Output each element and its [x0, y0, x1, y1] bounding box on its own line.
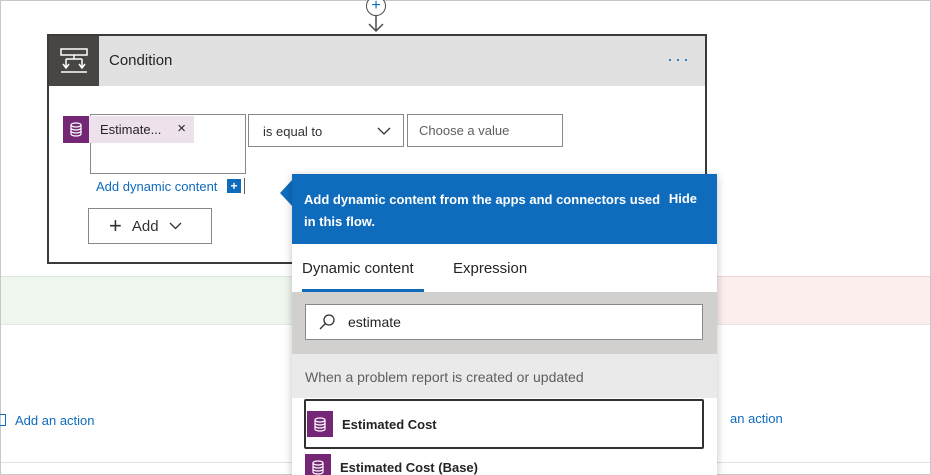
- yes-branch-band: [1, 276, 293, 324]
- operator-value: is equal to: [263, 124, 323, 139]
- trigger-section-header[interactable]: When a problem report is created or upda…: [292, 354, 717, 398]
- tab-expression[interactable]: Expression: [453, 260, 527, 277]
- list-item-label: Estimated Cost (Base): [340, 459, 478, 475]
- arrow-down-icon: [368, 16, 384, 33]
- action-bracket-icon: [0, 414, 6, 426]
- add-dynamic-content-link[interactable]: Add dynamic content: [96, 179, 217, 194]
- add-action-yes[interactable]: Add an action: [0, 410, 95, 430]
- condition-icon-box: [49, 36, 99, 86]
- search-box[interactable]: [305, 304, 703, 340]
- plus-icon: +: [371, 0, 381, 14]
- add-button-label: Add: [131, 217, 159, 235]
- search-icon: [319, 314, 335, 330]
- dynamic-content-flyout: Add dynamic content from the apps and co…: [292, 174, 717, 475]
- operator-select[interactable]: is equal to: [248, 114, 404, 147]
- list-item-label: Estimated Cost: [342, 416, 437, 432]
- remove-token-button[interactable]: ×: [177, 121, 186, 137]
- flyout-header: Add dynamic content from the apps and co…: [292, 174, 717, 244]
- add-action-yes-label[interactable]: Add an action: [15, 413, 95, 428]
- add-dynamic-plus-icon[interactable]: +: [227, 179, 241, 193]
- chevron-down-icon: [377, 127, 391, 135]
- add-action-no[interactable]: an action: [730, 411, 783, 426]
- database-icon: [305, 454, 331, 475]
- text-cursor: [244, 178, 245, 194]
- database-icon: [307, 411, 333, 437]
- search-area: [292, 292, 717, 354]
- search-input[interactable]: [348, 313, 678, 331]
- section-title: When a problem report is created or upda…: [305, 369, 584, 385]
- list-item[interactable]: Estimated Cost (Base): [304, 442, 704, 475]
- condition-header[interactable]: Condition ···: [49, 36, 705, 86]
- condition-title: Condition: [109, 52, 173, 69]
- chevron-down-icon: [169, 222, 182, 230]
- no-branch-band: [716, 276, 930, 324]
- right-operand-input[interactable]: [407, 114, 563, 147]
- database-icon: [63, 116, 89, 143]
- flyout-header-text: Add dynamic content from the apps and co…: [304, 192, 661, 229]
- add-row-button[interactable]: + Add: [88, 208, 212, 244]
- hide-button[interactable]: Hide: [669, 191, 697, 206]
- dynamic-token[interactable]: Estimate... ×: [63, 116, 194, 143]
- plus-icon: +: [109, 213, 122, 238]
- token-label: Estimate...: [100, 122, 162, 137]
- more-options-button[interactable]: ···: [667, 50, 691, 68]
- condition-icon: [60, 48, 88, 73]
- tab-dynamic-content[interactable]: Dynamic content: [302, 260, 414, 277]
